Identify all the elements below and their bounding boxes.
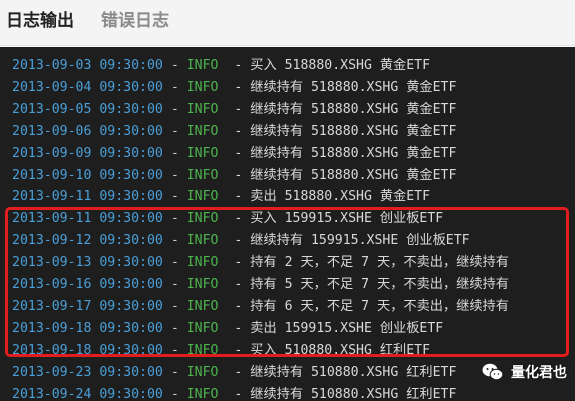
log-message: - 买入 518880.XSHG 黄金ETF (234, 58, 431, 73)
log-separator: - (170, 233, 179, 249)
log-level: INFO (186, 189, 219, 205)
log-message: - 持有 6 天，不足 7 天，不卖出，继续持有 (234, 298, 509, 314)
log-message: - 继续持有 518880.XSHG 黄金ETF (234, 101, 457, 117)
log-separator: - (170, 211, 179, 227)
log-message: - 卖出 518880.XSHG 黄金ETF (234, 189, 431, 205)
log-message: - 继续持有 518880.XSHG 黄金ETF (234, 123, 457, 139)
log-message: - 继续持有 510880.XSHG 红利ETF (234, 364, 457, 380)
log-line: 2013-09-18 09:30:00 - INFO - 买入 510880.X… (12, 340, 430, 362)
log-timestamp: 2013-09-23 09:30:00 (12, 364, 163, 380)
log-line: 2013-09-13 09:30:00 - INFO - 持有 2 天，不足 7… (12, 252, 509, 274)
log-line: 2013-09-23 09:30:00 - INFO - 继续持有 510880… (12, 362, 456, 384)
log-line: 2013-09-09 09:30:00 - INFO - 继续持有 518880… (12, 143, 456, 165)
log-line: 2013-09-04 09:30:00 - INFO - 继续持有 518880… (12, 77, 456, 99)
log-separator: - (170, 298, 179, 314)
log-level: INFO (186, 145, 219, 161)
watermark: 量化君也 (481, 357, 567, 387)
log-message: - 持有 5 天，不足 7 天，不卖出，继续持有 (234, 277, 509, 292)
log-message: - 继续持有 518880.XSHG 黄金ETF (234, 167, 457, 183)
log-timestamp: 2013-09-24 09:30:00 (12, 386, 163, 401)
log-timestamp: 2013-09-18 09:30:00 (12, 320, 163, 336)
log-message: - 继续持有 518880.XSHG 黄金ETF (234, 145, 457, 161)
log-line: 2013-09-16 09:30:00 - INFO - 持有 5 天，不足 7… (12, 274, 509, 296)
log-timestamp: 2013-09-04 09:30:00 (12, 79, 163, 95)
log-level: INFO (186, 320, 219, 336)
log-line: 2013-09-24 09:30:00 - INFO - 继续持有 510880… (12, 384, 456, 401)
log-level: INFO (186, 79, 219, 95)
log-timestamp: 2013-09-11 09:30:00 (12, 189, 163, 205)
wechat-icon (481, 360, 505, 384)
log-level: INFO (186, 364, 219, 380)
log-line: 2013-09-05 09:30:00 - INFO - 继续持有 518880… (12, 99, 456, 121)
log-level: INFO (186, 58, 219, 73)
log-level: INFO (186, 342, 219, 358)
log-line: 2013-09-06 09:30:00 - INFO - 继续持有 518880… (12, 121, 456, 143)
log-level: INFO (186, 101, 219, 117)
log-tab-bar: 日志输出 错误日志 (0, 0, 575, 46)
log-separator: - (170, 167, 179, 183)
log-level: INFO (186, 277, 219, 292)
log-level: INFO (186, 298, 219, 314)
log-level: INFO (186, 255, 219, 271)
log-separator: - (170, 364, 179, 380)
log-level: INFO (186, 233, 219, 249)
log-message: - 买入 510880.XSHG 红利ETF (234, 342, 431, 358)
log-level: INFO (186, 211, 219, 227)
log-timestamp: 2013-09-13 09:30:00 (12, 255, 163, 271)
log-line: 2013-09-18 09:30:00 - INFO - 卖出 159915.X… (12, 318, 443, 340)
log-message: - 买入 159915.XSHE 创业板ETF (234, 211, 444, 227)
log-separator: - (170, 277, 179, 292)
log-timestamp: 2013-09-11 09:30:00 (12, 211, 163, 227)
log-timestamp: 2013-09-17 09:30:00 (12, 298, 163, 314)
log-line: 2013-09-11 09:30:00 - INFO - 买入 159915.X… (12, 208, 443, 230)
log-timestamp: 2013-09-10 09:30:00 (12, 167, 163, 183)
log-message: - 继续持有 510880.XSHG 红利ETF (234, 386, 457, 401)
log-separator: - (170, 101, 179, 117)
log-timestamp: 2013-09-16 09:30:00 (12, 277, 163, 292)
log-separator: - (170, 320, 179, 336)
log-timestamp: 2013-09-09 09:30:00 (12, 145, 163, 161)
log-console[interactable]: 2013-09-03 09:30:00 - INFO - 买入 518880.X… (0, 47, 575, 401)
log-separator: - (170, 79, 179, 95)
log-timestamp: 2013-09-06 09:30:00 (12, 123, 163, 139)
log-level: INFO (186, 386, 219, 401)
log-timestamp: 2013-09-05 09:30:00 (12, 101, 163, 117)
log-separator: - (170, 386, 179, 401)
log-separator: - (170, 342, 179, 358)
log-line: 2013-09-10 09:30:00 - INFO - 继续持有 518880… (12, 165, 456, 187)
log-timestamp: 2013-09-03 09:30:00 (12, 58, 163, 73)
log-line: 2013-09-12 09:30:00 - INFO - 继续持有 159915… (12, 230, 470, 252)
log-message: - 继续持有 159915.XSHE 创业板ETF (234, 233, 470, 249)
log-level: INFO (186, 123, 219, 139)
log-message: - 继续持有 518880.XSHG 黄金ETF (234, 79, 457, 95)
log-line: 2013-09-17 09:30:00 - INFO - 持有 6 天，不足 7… (12, 296, 509, 318)
watermark-text: 量化君也 (511, 365, 567, 381)
log-separator: - (170, 145, 179, 161)
log-timestamp: 2013-09-12 09:30:00 (12, 233, 163, 249)
tab-log-output[interactable]: 日志输出 (6, 9, 74, 33)
log-line: 2013-09-11 09:30:00 - INFO - 卖出 518880.X… (12, 186, 430, 208)
tab-error-log[interactable]: 错误日志 (101, 9, 169, 33)
log-separator: - (170, 189, 179, 205)
log-timestamp: 2013-09-18 09:30:00 (12, 342, 163, 358)
log-level: INFO (186, 167, 219, 183)
log-separator: - (170, 123, 179, 139)
log-separator: - (170, 255, 179, 271)
log-message: - 持有 2 天，不足 7 天，不卖出，继续持有 (234, 255, 509, 271)
log-message: - 卖出 159915.XSHE 创业板ETF (234, 320, 444, 336)
log-separator: - (170, 58, 179, 73)
log-line: 2013-09-03 09:30:00 - INFO - 买入 518880.X… (12, 55, 430, 77)
